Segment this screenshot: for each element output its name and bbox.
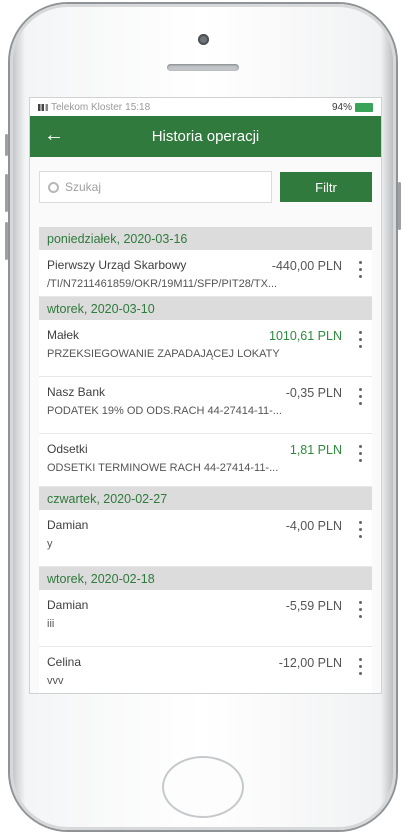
- transaction-name: Celina: [47, 655, 82, 669]
- transaction-name: Nasz Bank: [47, 385, 106, 399]
- date-header: wtorek, 2020-03-10: [39, 297, 372, 320]
- transaction-row[interactable]: Nasz Bank -0,35 PLN PODATEK 19% OD ODS.R…: [39, 377, 372, 434]
- signal-icon: [38, 103, 48, 111]
- transaction-name: Damian: [47, 598, 89, 612]
- back-arrow-icon[interactable]: ←: [44, 125, 64, 145]
- more-options-icon[interactable]: [359, 261, 362, 280]
- earpiece-speaker: [167, 64, 239, 71]
- transaction-amount: -5,59 PLN: [285, 599, 342, 613]
- search-placeholder: Szukaj: [65, 180, 102, 194]
- transaction-description: PODATEK 19% OD ODS.RACH 44-27414-11-...: [47, 405, 282, 417]
- transaction-row[interactable]: Małek 1010,61 PLN PRZEKSIEGOWANIE ZAPADA…: [39, 320, 372, 377]
- more-options-icon[interactable]: [359, 331, 362, 350]
- transaction-amount: -0,35 PLN: [285, 386, 342, 400]
- silent-switch: [5, 134, 8, 156]
- app-header: ← Historia operacji: [30, 116, 381, 157]
- transaction-description: y: [47, 538, 53, 550]
- date-header: czwartek, 2020-02-27: [39, 487, 372, 510]
- filter-button[interactable]: Filtr: [280, 172, 372, 202]
- transaction-name: Pierwszy Urząd Skarbowy: [47, 258, 187, 272]
- status-left: Telekom Kloster 15:18: [38, 102, 150, 113]
- more-options-icon[interactable]: [359, 521, 362, 540]
- transaction-description: ODSETKI TERMINOWE RACH 44-27414-11-...: [47, 462, 279, 474]
- app-screen: Telekom Kloster 15:18 94% ← Historia ope…: [29, 97, 382, 694]
- transaction-amount: -12,00 PLN: [278, 656, 342, 670]
- transaction-description: vvv: [47, 675, 64, 687]
- home-button[interactable]: [162, 756, 244, 818]
- power-button: [398, 182, 401, 230]
- search-input[interactable]: Szukaj: [39, 171, 272, 203]
- transaction-amount: 1,81 PLN: [289, 443, 342, 457]
- status-time: 15:18: [125, 101, 151, 113]
- more-options-icon[interactable]: [359, 388, 362, 407]
- more-options-icon[interactable]: [359, 445, 362, 464]
- transaction-amount: -4,00 PLN: [285, 519, 342, 533]
- battery-percent: 94%: [331, 101, 352, 113]
- more-options-icon[interactable]: [359, 601, 362, 620]
- transaction-amount: 1010,61 PLN: [269, 329, 342, 343]
- transaction-row[interactable]: Damian -5,59 PLN iii: [39, 590, 372, 647]
- transaction-row[interactable]: Odsetki 1,81 PLN ODSETKI TERMINOWE RACH …: [39, 434, 372, 487]
- transaction-description: PRZEKSIEGOWANIE ZAPADAJĄCEJ LOKATY: [47, 348, 280, 360]
- transaction-row[interactable]: Pierwszy Urząd Skarbowy -440,00 PLN /TI/…: [39, 250, 372, 297]
- more-options-icon[interactable]: [359, 658, 362, 677]
- front-camera-icon: [198, 34, 209, 45]
- search-row: Szukaj Filtr: [30, 157, 381, 213]
- transaction-name: Małek: [47, 328, 80, 342]
- transaction-description: iii: [47, 618, 55, 630]
- search-icon: [48, 181, 59, 193]
- carrier-name: Telekom Kloster: [51, 101, 123, 113]
- transaction-name: Odsetki: [47, 442, 88, 456]
- volume-down-button: [5, 222, 8, 260]
- date-header: wtorek, 2020-02-18: [39, 567, 372, 590]
- transaction-row[interactable]: Damian -4,00 PLN y: [39, 510, 372, 567]
- page-title: Historia operacji: [151, 128, 260, 145]
- status-right: 94%: [332, 102, 373, 113]
- transaction-amount: -440,00 PLN: [271, 259, 342, 273]
- transaction-description: /TI/N7211461859/OKR/19M11/SFP/PIT28/TX..…: [47, 278, 278, 290]
- transaction-name: Damian: [47, 518, 89, 532]
- battery-icon: [355, 102, 373, 112]
- transaction-list: poniedziałek, 2020-03-16 Pierwszy Urząd …: [39, 227, 372, 693]
- status-bar: Telekom Kloster 15:18 94%: [30, 98, 381, 116]
- volume-up-button: [5, 174, 8, 212]
- date-header: poniedziałek, 2020-03-16: [39, 227, 372, 250]
- transaction-row[interactable]: Celina -12,00 PLN vvv: [39, 647, 372, 693]
